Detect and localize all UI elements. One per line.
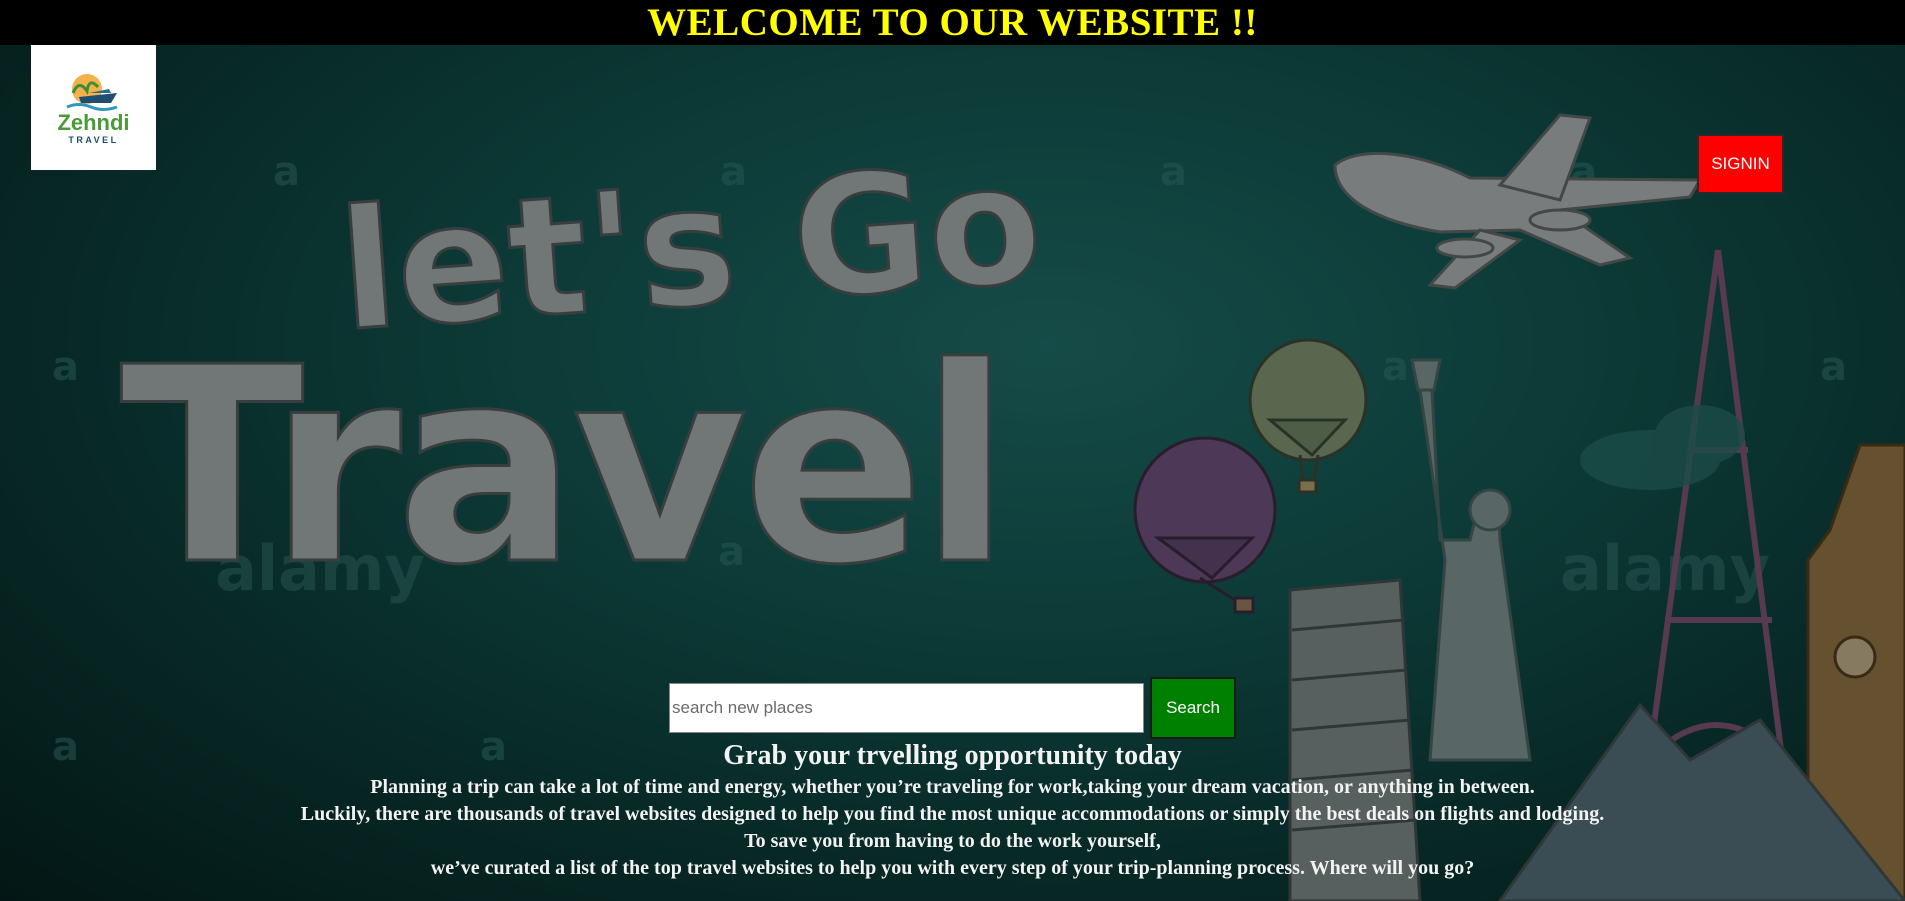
intro-heading: Grab your trvelling opportunity today	[723, 740, 1182, 771]
search-input[interactable]	[669, 683, 1144, 733]
intro-line: we’ve curated a list of the top travel w…	[430, 857, 1475, 879]
search-button[interactable]: Search	[1150, 677, 1236, 739]
logo-name: Zehndi	[57, 110, 130, 135]
welcome-banner: WELCOME TO OUR WEBSITE !!	[0, 0, 1905, 45]
welcome-title: WELCOME TO OUR WEBSITE !!	[647, 1, 1258, 44]
logo-boat-icon	[65, 74, 118, 111]
intro-line: Luckily, there are thousands of travel w…	[300, 803, 1605, 825]
logo-subtitle: TRAVEL	[68, 135, 119, 145]
intro-line: Planning a trip can take a lot of time a…	[370, 776, 1535, 798]
logo[interactable]: Zehndi TRAVEL	[31, 45, 156, 170]
signin-button[interactable]: SIGNIN	[1697, 134, 1784, 194]
intro-line: To save you from having to do the work y…	[744, 830, 1161, 852]
intro-section: Grab your trvelling opportunity today Pl…	[0, 738, 1905, 882]
